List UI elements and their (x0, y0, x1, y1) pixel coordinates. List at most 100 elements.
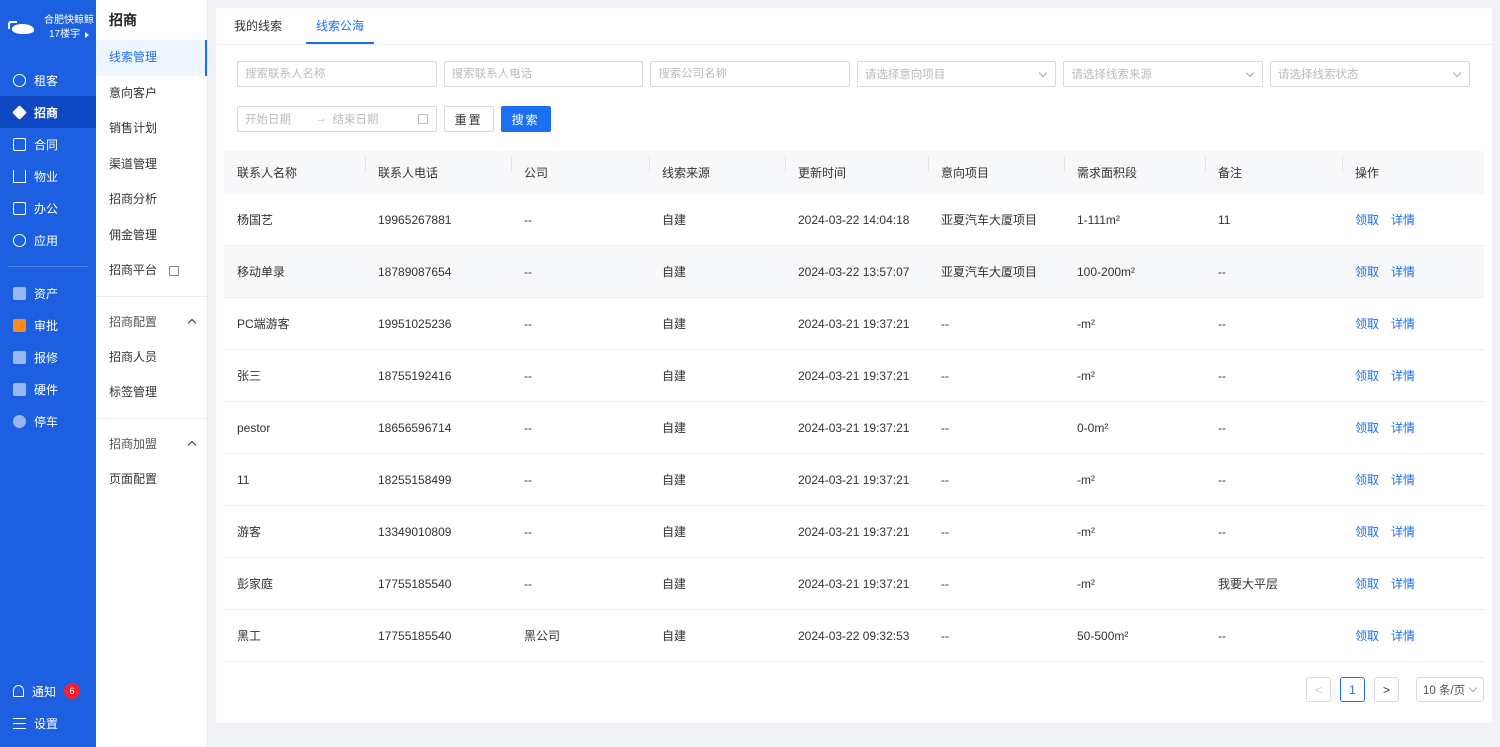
claim-link[interactable]: 领取 (1355, 473, 1379, 487)
company-field[interactable] (658, 68, 842, 80)
status-select[interactable]: 请选择线索状态 (1269, 61, 1470, 87)
subnav-item-tags[interactable]: 标签管理 (96, 375, 207, 411)
calendar-icon (417, 114, 428, 124)
cell-project: -- (941, 576, 949, 591)
column-header: 意向项目 (928, 156, 1064, 181)
cell-actions: 领取 详情 (1342, 419, 1482, 436)
rail-divider (8, 266, 88, 267)
project-select[interactable]: 请选择意向项目 (856, 61, 1057, 87)
source-select[interactable]: 请选择线索来源 (1063, 61, 1263, 87)
detail-link[interactable]: 详情 (1391, 421, 1415, 435)
subnav-item-label: 佣金管理 (109, 227, 158, 242)
rail-item-investment[interactable]: 招商 (0, 96, 96, 128)
subnav-item-intent[interactable]: 意向客户 (96, 76, 207, 112)
rail-item-label: 资产 (34, 286, 59, 301)
detail-link[interactable]: 详情 (1391, 317, 1415, 331)
cell-updated-at: 2024-03-21 19:37:21 (798, 472, 910, 487)
rail-item-parking[interactable]: 停车 (0, 405, 96, 437)
cell-actions: 领取 详情 (1342, 315, 1482, 332)
cell-area: -m² (1077, 524, 1095, 539)
subnav-item-label: 线索管理 (109, 50, 158, 64)
column-header: 线索来源 (649, 156, 785, 181)
repair-icon (13, 350, 26, 364)
subnav-item-channel[interactable]: 渠道管理 (96, 147, 207, 183)
tab-my-leads[interactable]: 我的线索 (234, 8, 292, 44)
cell-source: 自建 (662, 265, 687, 279)
column-header: 需求面积段 (1064, 156, 1205, 181)
claim-link[interactable]: 领取 (1355, 525, 1379, 539)
rail-item-property[interactable]: 物业 (0, 160, 96, 192)
cell-project: -- (941, 368, 949, 383)
date-range-picker[interactable]: 开始日期 → 结束日期 (237, 106, 437, 132)
contact-phone-input[interactable] (443, 61, 644, 87)
claim-link[interactable]: 领取 (1355, 317, 1379, 331)
claim-link[interactable]: 领取 (1355, 577, 1379, 591)
reset-button[interactable]: 重置 (443, 106, 494, 132)
claim-link[interactable]: 领取 (1355, 265, 1379, 279)
detail-link[interactable]: 详情 (1391, 265, 1415, 279)
company-input[interactable] (650, 61, 850, 87)
claim-link[interactable]: 领取 (1355, 629, 1379, 643)
claim-link[interactable]: 领取 (1355, 213, 1379, 227)
column-header: 公司 (511, 156, 649, 181)
rail-item-settings[interactable]: 设置 (0, 707, 96, 739)
cell-area: -m² (1077, 316, 1095, 331)
subnav-divider (96, 295, 207, 297)
subnav-item-analysis[interactable]: 招商分析 (96, 182, 207, 218)
tab-lead-pool[interactable]: 线索公海 (306, 8, 375, 44)
start-date[interactable]: 开始日期 (245, 111, 291, 127)
cell-contact-name: 11 (237, 472, 250, 487)
rail-item-hardware[interactable]: 硬件 (0, 373, 96, 405)
rail-item-contract[interactable]: 合同 (0, 128, 96, 160)
contact-name-input[interactable] (237, 61, 437, 87)
rail-item-tenant[interactable]: 租客 (0, 64, 96, 96)
detail-link[interactable]: 详情 (1391, 629, 1415, 643)
subnav-item-staff[interactable]: 招商人员 (96, 340, 207, 376)
next-page-button[interactable]: > (1374, 677, 1399, 702)
subnav-item-commission[interactable]: 佣金管理 (96, 218, 207, 254)
detail-link[interactable]: 详情 (1391, 213, 1415, 227)
cell-remark: 11 (1218, 212, 1231, 227)
contact-phone-field[interactable] (451, 68, 636, 80)
parking-icon (13, 414, 26, 428)
table-row: 移动单录 18789087654 -- 自建 2024-03-22 13:57:07 亚夏… (224, 246, 1484, 298)
subnav-item-page-config[interactable]: 页面配置 (96, 462, 207, 498)
prev-page-button[interactable]: < (1306, 677, 1331, 702)
claim-link[interactable]: 领取 (1355, 369, 1379, 383)
rail-item-office[interactable]: 办公 (0, 192, 96, 224)
subnav-group-franchise[interactable]: 招商加盟 (96, 426, 207, 462)
cell-contact-phone: 18656596714 (378, 420, 452, 435)
cell-contact-phone: 19951025236 (378, 316, 452, 331)
page-number[interactable]: 1 (1340, 677, 1365, 702)
cell-contact-name: 张三 (237, 369, 262, 383)
bell-icon (13, 685, 24, 697)
page-size-select[interactable]: 10 条/页 (1416, 677, 1484, 702)
claim-link[interactable]: 领取 (1355, 421, 1379, 435)
search-button[interactable]: 搜索 (500, 106, 551, 132)
detail-link[interactable]: 详情 (1391, 369, 1415, 383)
subnav-group-config[interactable]: 招商配置 (96, 304, 207, 340)
detail-link[interactable]: 详情 (1391, 525, 1415, 539)
detail-link[interactable]: 详情 (1391, 577, 1415, 591)
workspace-switcher[interactable]: 合肥快鲸鲸 17楼宇 (0, 0, 96, 56)
rail-item-asset[interactable]: 资产 (0, 277, 96, 309)
rail-item-repair[interactable]: 报修 (0, 341, 96, 373)
end-date[interactable]: 结束日期 (333, 111, 379, 127)
rail-item-notify[interactable]: 通知 6 (0, 675, 96, 707)
rail-item-label: 硬件 (34, 382, 59, 397)
chevron-down-icon (1245, 68, 1255, 78)
cell-company: -- (524, 264, 532, 279)
rail-item-label: 物业 (34, 169, 59, 184)
subnav-item-platform[interactable]: 招商平台 (96, 253, 207, 289)
hardware-icon (13, 382, 26, 396)
cell-actions: 领取 详情 (1342, 627, 1482, 644)
detail-link[interactable]: 详情 (1391, 473, 1415, 487)
cell-remark: -- (1218, 420, 1226, 435)
rail-item-apps[interactable]: 应用 (0, 224, 96, 256)
rail-item-approval[interactable]: 审批 (0, 309, 96, 341)
subnav-item-leads[interactable]: 线索管理 (96, 40, 207, 76)
cell-source: 自建 (662, 213, 687, 227)
subnav-item-sales-plan[interactable]: 销售计划 (96, 111, 207, 147)
contact-name-field[interactable] (245, 68, 429, 80)
cell-contact-name: 黑工 (237, 629, 262, 643)
